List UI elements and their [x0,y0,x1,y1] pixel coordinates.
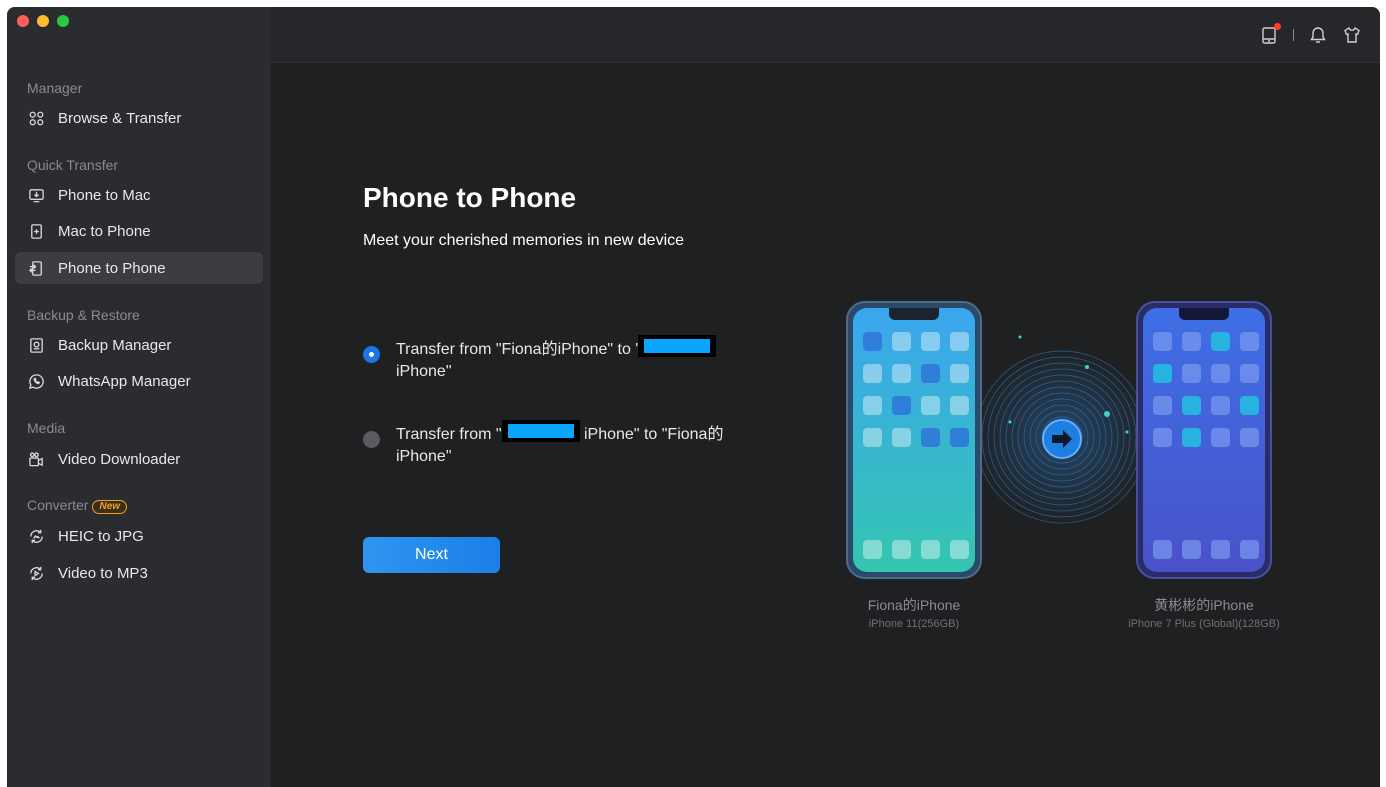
sidebar-item-label: WhatsApp Manager [58,372,191,390]
option-text-middle: iPhone" to "Fiona的 [584,426,724,443]
radio-option-1[interactable] [363,346,380,363]
source-device-model: iPhone 11(256GB) [868,618,960,630]
source-device-name: Fiona的iPhone [867,597,961,613]
sidebar-item-backup-manager[interactable]: Backup Manager [15,329,263,361]
minimize-window-button[interactable] [37,15,49,27]
transfer-illustration: Fiona的iPhone iPhone 11(256GB) 黄彬彬的iPhone… [835,292,1280,632]
phones-graphic [846,301,1272,579]
sidebar-item-video-to-mp3[interactable]: Video to MP3 [15,557,263,589]
notification-dot [1274,23,1281,30]
backup-icon [27,336,45,354]
sidebar-item-mac-to-phone[interactable]: Mac to Phone [15,215,263,247]
option-text-prefix: Transfer from "Fiona的iPhone" to ' [396,341,639,358]
radio-option-2[interactable] [363,431,380,448]
section-title-backup-restore: Backup & Restore [27,307,140,323]
image-convert-icon [27,527,45,545]
target-device-name: 黄彬彬的iPhone [1154,597,1254,613]
transfer-option-1[interactable]: Transfer from "Fiona的iPhone" to ' iPhone… [363,335,736,383]
close-window-button[interactable] [17,15,29,27]
sidebar-item-phone-to-phone[interactable]: Phone to Phone [15,252,263,284]
new-badge: New [92,500,128,514]
next-button[interactable]: Next [363,537,500,573]
sidebar-item-label: Video Downloader [58,450,181,468]
command-icon [27,109,45,127]
sidebar-item-heic-to-jpg[interactable]: HEIC to JPG [15,520,263,552]
zoom-window-button[interactable] [57,15,69,27]
option-text-prefix: Transfer from " [396,426,502,443]
whatsapp-icon [27,372,45,390]
redacted-name [501,420,580,442]
app-window: Manager Browse & Transfer Quick Transfer… [7,7,1380,787]
window-controls [17,15,69,27]
shirt-icon[interactable] [1342,25,1362,45]
transfer-option-2[interactable]: Transfer from " iPhone" to "Fiona的 iPhon… [363,420,736,468]
sidebar-item-label: Mac to Phone [58,222,151,240]
sidebar-item-label: Video to MP3 [58,564,148,582]
video-camera-icon [27,450,45,468]
sidebar-item-label: Backup Manager [58,336,172,354]
section-title-quick-transfer: Quick Transfer [27,157,119,173]
sidebar-item-phone-to-mac[interactable]: Phone to Mac [15,179,263,211]
sidebar-item-label: Browse & Transfer [58,109,182,127]
redacted-name [638,335,717,357]
separator [1293,29,1294,41]
section-title-manager: Manager [27,80,83,96]
option-2-text: Transfer from " iPhone" to "Fiona的 iPhon… [396,420,736,468]
monitor-download-icon [27,186,45,204]
media-convert-icon [27,564,45,582]
sidebar-item-label: HEIC to JPG [58,527,144,545]
page-title: Phone to Phone [363,182,577,213]
target-device-model: iPhone 7 Plus (Global)(128GB) [1128,618,1280,630]
bell-icon[interactable] [1308,25,1328,45]
option-1-text: Transfer from "Fiona的iPhone" to ' iPhone… [396,335,736,383]
phone-transfer-icon [27,259,45,277]
sidebar: Manager Browse & Transfer Quick Transfer… [7,7,271,787]
page-subtitle: Meet your cherished memories in new devi… [363,232,685,249]
sidebar-item-video-downloader[interactable]: Video Downloader [15,443,263,475]
option-text-suffix: iPhone" [396,363,452,380]
sidebar-item-label: Phone to Phone [58,259,166,277]
section-title-label: Converter [27,497,89,513]
sidebar-item-label: Phone to Mac [58,186,151,204]
phone-plus-icon [27,222,45,240]
option-text-suffix: iPhone" [396,448,452,465]
device-icon[interactable] [1259,23,1281,45]
top-bar [271,7,1380,63]
sidebar-item-browse-transfer[interactable]: Browse & Transfer [15,102,263,134]
section-title-converter: Converter New [27,497,128,514]
section-title-media: Media [27,420,66,436]
sidebar-item-whatsapp-manager[interactable]: WhatsApp Manager [15,365,263,397]
